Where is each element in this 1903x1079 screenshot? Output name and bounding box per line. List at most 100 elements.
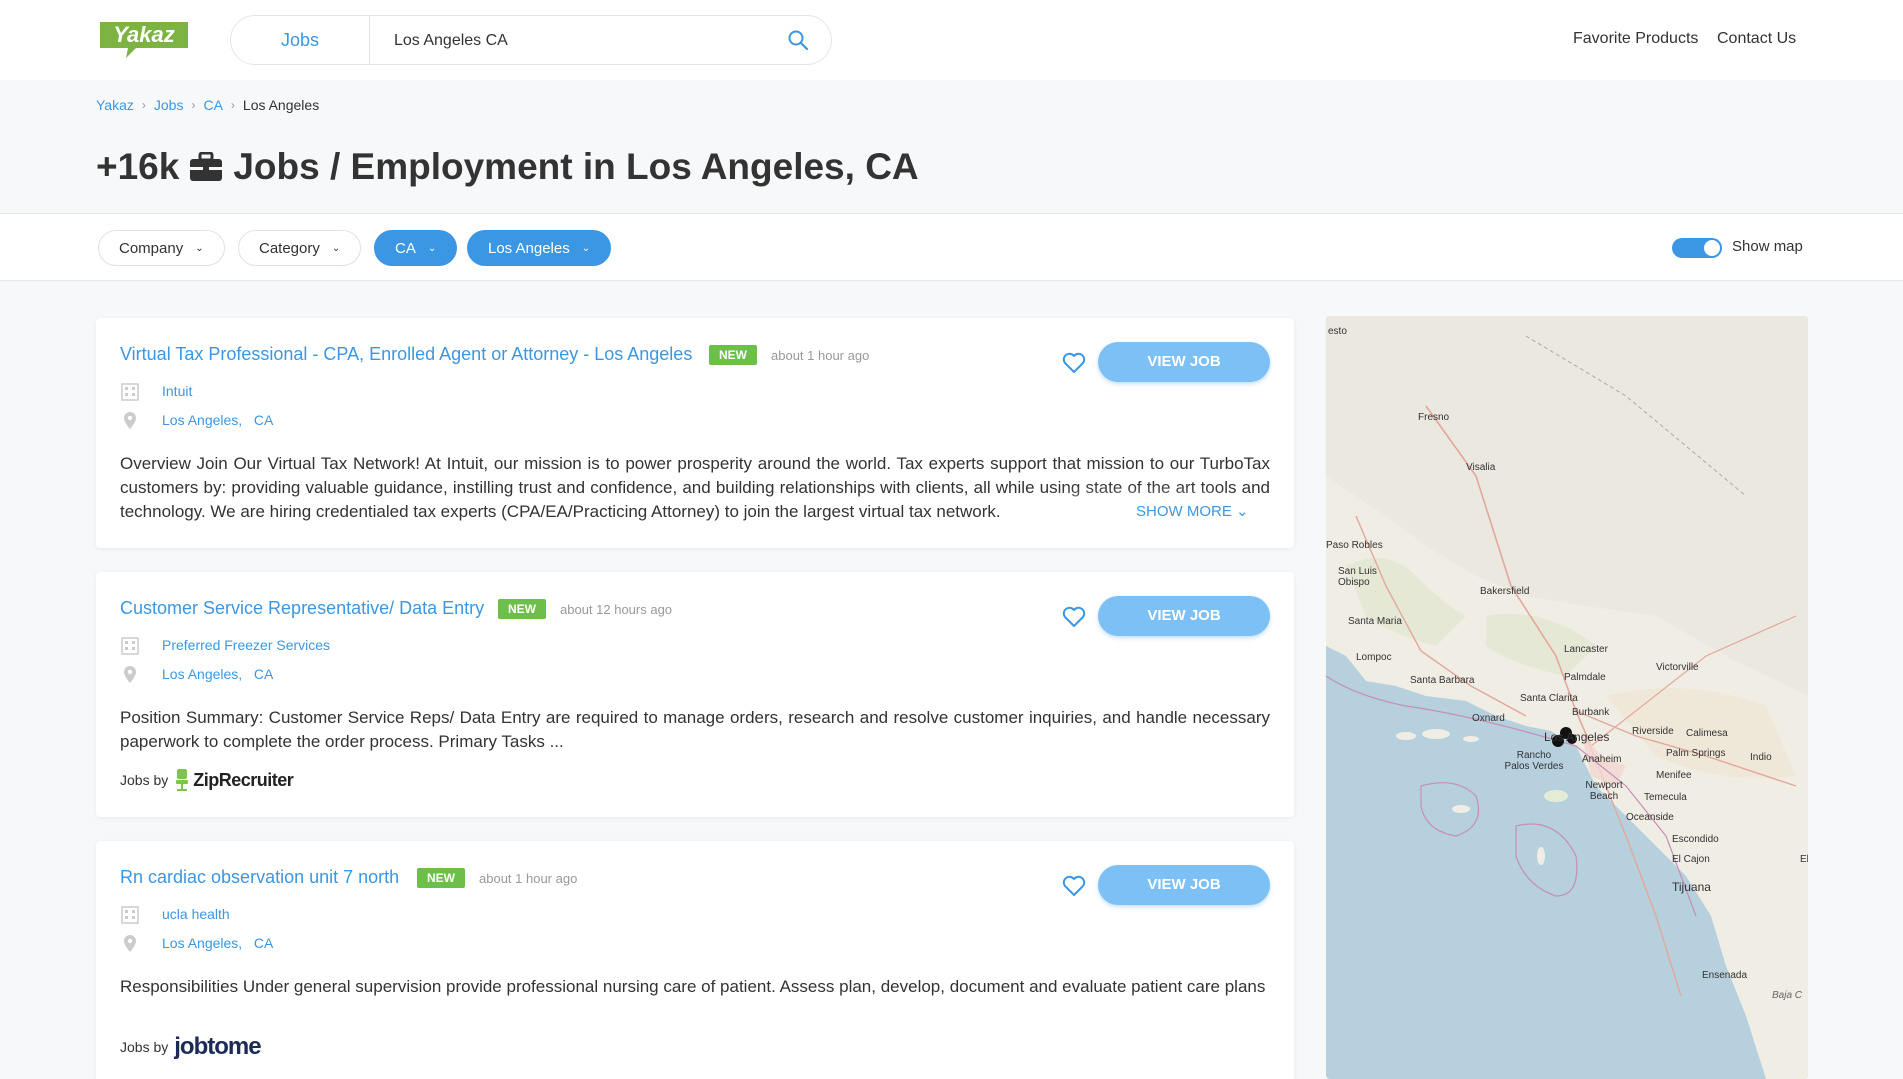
- view-job-button[interactable]: VIEW JOB: [1098, 342, 1270, 382]
- view-job-button[interactable]: VIEW JOB: [1098, 865, 1270, 905]
- city-link[interactable]: Los Angeles,: [162, 412, 242, 428]
- map-label: El Cajon: [1672, 854, 1710, 865]
- map-label: esto: [1328, 326, 1347, 337]
- search-input[interactable]: [394, 28, 774, 54]
- map-label: Temecula: [1644, 792, 1687, 803]
- jobs-by-source: Jobs by ZipRecruiter: [120, 768, 294, 792]
- job-map[interactable]: esto Fresno Visalia Paso Robles San Luis…: [1326, 316, 1808, 1079]
- new-badge: NEW: [498, 599, 546, 619]
- map-label: Paso Robles: [1326, 540, 1383, 551]
- map-label: Menifee: [1656, 770, 1692, 781]
- search-category-tab[interactable]: Jobs: [231, 16, 370, 64]
- company-link[interactable]: ucla health: [162, 906, 230, 922]
- city-link[interactable]: Los Angeles,: [162, 935, 242, 951]
- show-more-label: SHOW MORE: [1136, 503, 1232, 520]
- state-link[interactable]: CA: [254, 935, 273, 951]
- ziprecruiter-chair-icon: [176, 769, 189, 791]
- breadcrumb-ca[interactable]: CA: [203, 97, 222, 113]
- map-label: Santa Maria: [1348, 616, 1402, 627]
- map-label: Bakersfield: [1480, 586, 1530, 597]
- heart-icon[interactable]: [1062, 606, 1086, 628]
- jobs-by-label: Jobs by: [120, 1039, 169, 1055]
- map-label: Tijuana: [1672, 880, 1711, 894]
- favorite-products-link[interactable]: Favorite Products: [1573, 30, 1698, 48]
- ziprecruiter-logo-text: ZipRecruiter: [193, 769, 294, 790]
- search-icon[interactable]: [787, 29, 809, 51]
- breadcrumb-jobs[interactable]: Jobs: [154, 97, 184, 113]
- chevron-down-icon: ⌄: [1236, 503, 1249, 520]
- location-text: Los Angeles, CA: [162, 666, 273, 682]
- show-map-label: Show map: [1732, 238, 1803, 255]
- building-icon: [121, 637, 139, 655]
- heart-icon[interactable]: [1062, 352, 1086, 374]
- map-label: Fresno: [1418, 412, 1450, 423]
- map-label: San Luis Obispo: [1338, 566, 1377, 588]
- category-filter-label: Category: [259, 239, 320, 257]
- job-card: Rn cardiac observation unit 7 north NEW …: [96, 841, 1294, 1079]
- location-pin-icon: [124, 666, 136, 683]
- posted-time: about 12 hours ago: [560, 602, 673, 617]
- breadcrumb-current: Los Angeles: [242, 97, 320, 113]
- job-card: Virtual Tax Professional - CPA, Enrolled…: [96, 318, 1294, 548]
- company-link[interactable]: Preferred Freezer Services: [162, 637, 330, 653]
- state-filter-label: CA: [395, 239, 416, 257]
- map-label: Victorville: [1656, 662, 1699, 673]
- map-label: Visalia: [1466, 462, 1496, 473]
- job-description: Position Summary: Customer Service Reps/…: [120, 708, 1270, 751]
- location-pin-icon: [124, 935, 136, 952]
- show-map-toggle[interactable]: [1672, 238, 1722, 258]
- building-icon: [121, 906, 139, 924]
- map-label: Riverside: [1632, 726, 1674, 737]
- new-badge: NEW: [417, 868, 465, 888]
- jobtome-logo: jobtome: [174, 1033, 261, 1060]
- top-header: Yakaz Jobs Favorite Products Contact Us: [0, 0, 1903, 80]
- job-title-link[interactable]: Virtual Tax Professional - CPA, Enrolled…: [120, 344, 692, 365]
- posted-time: about 1 hour ago: [479, 871, 578, 886]
- chevron-right-icon: ›: [191, 98, 196, 112]
- map-label: Anaheim: [1582, 754, 1622, 765]
- contact-us-link[interactable]: Contact Us: [1717, 30, 1796, 48]
- job-title-link[interactable]: Rn cardiac observation unit 7 north: [120, 867, 399, 888]
- page-title-text: Jobs / Employment in Los Angeles, CA: [233, 146, 919, 187]
- chevron-right-icon: ›: [230, 98, 235, 112]
- map-label: Escondido: [1672, 834, 1719, 845]
- location-text: Los Angeles, CA: [162, 412, 273, 428]
- heart-icon[interactable]: [1062, 875, 1086, 897]
- state-link[interactable]: CA: [254, 412, 273, 428]
- building-icon: [121, 383, 139, 401]
- company-filter[interactable]: Company ⌄: [98, 230, 225, 266]
- map-label: Rancho Palos Verdes: [1504, 750, 1564, 772]
- show-more-button[interactable]: SHOW MORE ⌄: [1096, 502, 1249, 520]
- category-filter[interactable]: Category ⌄: [238, 230, 362, 266]
- toggle-knob: [1704, 240, 1720, 256]
- state-filter[interactable]: CA ⌄: [374, 230, 458, 266]
- filter-bar: Company ⌄ Category ⌄ CA ⌄ Los Angeles ⌄ …: [0, 213, 1903, 281]
- posted-time: about 1 hour ago: [771, 348, 870, 363]
- map-label: Palmdale: [1564, 672, 1606, 683]
- job-title-link[interactable]: Customer Service Representative/ Data En…: [120, 598, 484, 619]
- map-label: Baja C: [1772, 990, 1803, 1001]
- search-bar: Jobs: [230, 15, 832, 65]
- map-label: Oxnard: [1472, 713, 1505, 724]
- job-count: +16k: [96, 146, 180, 187]
- new-badge: NEW: [709, 345, 757, 365]
- map-label: Indio: [1750, 752, 1772, 763]
- page-title: +16k Jobs / Employment in Los Angeles, C…: [96, 146, 919, 188]
- company-filter-label: Company: [119, 239, 184, 257]
- city-link[interactable]: Los Angeles,: [162, 666, 242, 682]
- chevron-down-icon: ⌄: [581, 242, 591, 254]
- map-label: Santa Barbara: [1410, 675, 1475, 686]
- suitcase-icon: [190, 152, 223, 181]
- map-label: Burbank: [1572, 707, 1610, 718]
- view-job-button[interactable]: VIEW JOB: [1098, 596, 1270, 636]
- yakaz-logo[interactable]: Yakaz: [96, 18, 192, 60]
- breadcrumb-yakaz[interactable]: Yakaz: [96, 97, 134, 113]
- breadcrumb: Yakaz › Jobs › CA › Los Angeles: [96, 97, 319, 113]
- ziprecruiter-logo: ZipRecruiter: [174, 768, 294, 792]
- city-filter[interactable]: Los Angeles ⌄: [467, 230, 612, 266]
- map-label: Los Angeles: [1544, 730, 1610, 744]
- location-text: Los Angeles, CA: [162, 935, 273, 951]
- company-link[interactable]: Intuit: [162, 383, 192, 399]
- map-label: Calimesa: [1686, 728, 1728, 739]
- state-link[interactable]: CA: [254, 666, 273, 682]
